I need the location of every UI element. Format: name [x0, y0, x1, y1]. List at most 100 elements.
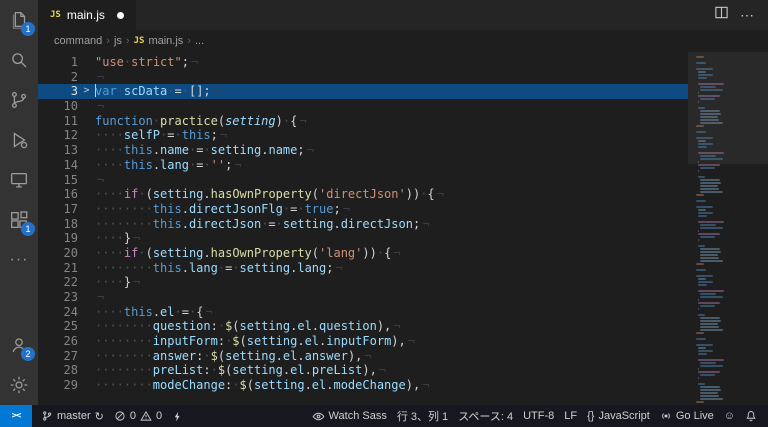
- code-line[interactable]: 2¬: [38, 70, 688, 85]
- more-views-button[interactable]: ···: [0, 240, 38, 280]
- eol-marker: ¬: [393, 319, 400, 333]
- smiley-icon: ☺: [724, 410, 735, 422]
- eol-marker: ¬: [379, 363, 386, 377]
- code-line[interactable]: 16····if·(setting.hasOwnProperty('direct…: [38, 187, 688, 202]
- code-line[interactable]: 14····this.lang·=·'';¬: [38, 158, 688, 173]
- code-line[interactable]: 1"use·strict";¬: [38, 55, 688, 70]
- eol-item[interactable]: LF: [559, 405, 582, 427]
- branch-item[interactable]: master ↻: [36, 405, 109, 427]
- code-token: ;: [326, 261, 333, 275]
- line-number[interactable]: 21: [38, 261, 78, 276]
- language-mode-item[interactable]: {} JavaScript: [582, 405, 655, 427]
- activity-bar: 1: [0, 0, 38, 405]
- line-number[interactable]: 12: [38, 128, 78, 143]
- editor: 1"use·strict";¬2¬3>var·scData·=·[];¬10¬1…: [38, 52, 768, 405]
- code-line[interactable]: 10¬: [38, 99, 688, 114]
- notifications-item[interactable]: [740, 405, 762, 427]
- go-live-item[interactable]: Go Live: [655, 405, 719, 427]
- code-text: ¬: [95, 290, 104, 305]
- minimap-slider[interactable]: [688, 52, 768, 164]
- split-editor-button[interactable]: [710, 4, 732, 26]
- line-number[interactable]: 23: [38, 290, 78, 305]
- minimap[interactable]: [688, 52, 768, 405]
- code-line[interactable]: 11function·practice(setting)·{¬: [38, 114, 688, 129]
- code-line[interactable]: 29········modeChange:·$(setting.el.modeC…: [38, 378, 688, 393]
- more-actions-button[interactable]: ⋯: [736, 4, 758, 26]
- line-number[interactable]: 20: [38, 246, 78, 261]
- whitespace-dots: ········: [95, 378, 153, 392]
- code-lines[interactable]: 1"use·strict";¬2¬3>var·scData·=·[];¬10¬1…: [38, 52, 688, 405]
- search-button[interactable]: [0, 40, 38, 80]
- code-line[interactable]: 19····}¬: [38, 231, 688, 246]
- code-line[interactable]: 15¬: [38, 173, 688, 188]
- code-line[interactable]: 13····this.name·=·setting.name;¬: [38, 143, 688, 158]
- line-number[interactable]: 1: [38, 55, 78, 70]
- tab-main-js[interactable]: JS main.js: [38, 0, 136, 30]
- live-reload-item[interactable]: [167, 405, 188, 427]
- status-left: master ↻ 0 0: [36, 405, 188, 427]
- code-line[interactable]: 3>var·scData·=·[];¬: [38, 84, 688, 99]
- line-number[interactable]: 2: [38, 70, 78, 85]
- line-number[interactable]: 24: [38, 305, 78, 320]
- indentation-item[interactable]: スペース: 4: [453, 405, 518, 427]
- code-line[interactable]: 18········this.directJson·=·setting.dire…: [38, 217, 688, 232]
- minimap-line: [698, 209, 706, 211]
- code-line[interactable]: 17········this.directJsonFlg·=·true;¬: [38, 202, 688, 217]
- code-line[interactable]: 12····selfP·=·this;¬: [38, 128, 688, 143]
- breadcrumb-item-symbol[interactable]: ...: [195, 35, 204, 47]
- line-number[interactable]: 3: [38, 84, 78, 99]
- code-line[interactable]: 28········preList:·$(setting.el.preList)…: [38, 363, 688, 378]
- settings-button[interactable]: [0, 365, 38, 405]
- breadcrumb-item-js[interactable]: js: [114, 35, 122, 47]
- line-number[interactable]: 14: [38, 158, 78, 173]
- minimap-line: [700, 254, 717, 256]
- line-number[interactable]: 19: [38, 231, 78, 246]
- code-line[interactable]: 27········answer:·$(setting.el.answer),¬: [38, 349, 688, 364]
- line-number[interactable]: 26: [38, 334, 78, 349]
- breadcrumb-item-command[interactable]: command: [54, 35, 102, 47]
- code-line[interactable]: 25········question:·$(setting.el.questio…: [38, 319, 688, 334]
- code-line[interactable]: 20····if·(setting.hasOwnProperty('lang')…: [38, 246, 688, 261]
- line-number[interactable]: 10: [38, 99, 78, 114]
- fold-column: [78, 378, 95, 393]
- line-number[interactable]: 25: [38, 319, 78, 334]
- whitespace-dots: ·: [211, 363, 218, 377]
- code-line[interactable]: 26········inputForm:·$(setting.el.inputF…: [38, 334, 688, 349]
- line-number[interactable]: 18: [38, 217, 78, 232]
- watch-sass-item[interactable]: Watch Sass: [307, 405, 392, 427]
- remote-indicator[interactable]: ><: [0, 405, 32, 427]
- fold-indicator[interactable]: >: [78, 84, 95, 99]
- problems-item[interactable]: 0 0: [109, 405, 167, 427]
- line-number[interactable]: 27: [38, 349, 78, 364]
- source-control-button[interactable]: [0, 80, 38, 120]
- line-number[interactable]: 15: [38, 173, 78, 188]
- cursor-position-item[interactable]: 行 3、列 1: [392, 405, 453, 427]
- extensions-button[interactable]: 1: [0, 200, 38, 240]
- line-number[interactable]: 17: [38, 202, 78, 217]
- code-line[interactable]: 23 ¬: [38, 290, 688, 305]
- code-token: this: [153, 217, 182, 231]
- remote-explorer-button[interactable]: [0, 160, 38, 200]
- encoding-item[interactable]: UTF-8: [518, 405, 559, 427]
- code-line[interactable]: 24····this.el·=·{¬: [38, 305, 688, 320]
- minimap-line: [698, 230, 699, 232]
- explorer-button[interactable]: 1: [0, 0, 38, 40]
- split-editor-icon: [714, 5, 729, 25]
- code-token: (: [232, 319, 239, 333]
- run-debug-button[interactable]: [0, 120, 38, 160]
- line-number[interactable]: 28: [38, 363, 78, 378]
- line-number[interactable]: 29: [38, 378, 78, 393]
- eol-marker: ¬: [133, 275, 140, 289]
- line-number[interactable]: 11: [38, 114, 78, 129]
- code-line[interactable]: 22····}¬: [38, 275, 688, 290]
- line-number[interactable]: 13: [38, 143, 78, 158]
- breadcrumb-item-main-js[interactable]: JS main.js: [134, 35, 184, 47]
- modified-indicator[interactable]: [117, 12, 124, 19]
- watch-sass-label: Watch Sass: [329, 410, 387, 422]
- code-line[interactable]: 21········this.lang·=·setting.lang;¬: [38, 261, 688, 276]
- line-number[interactable]: 16: [38, 187, 78, 202]
- feedback-item[interactable]: ☺: [719, 405, 740, 427]
- line-number[interactable]: 22: [38, 275, 78, 290]
- fold-column: [78, 158, 95, 173]
- accounts-button[interactable]: 2: [0, 325, 38, 365]
